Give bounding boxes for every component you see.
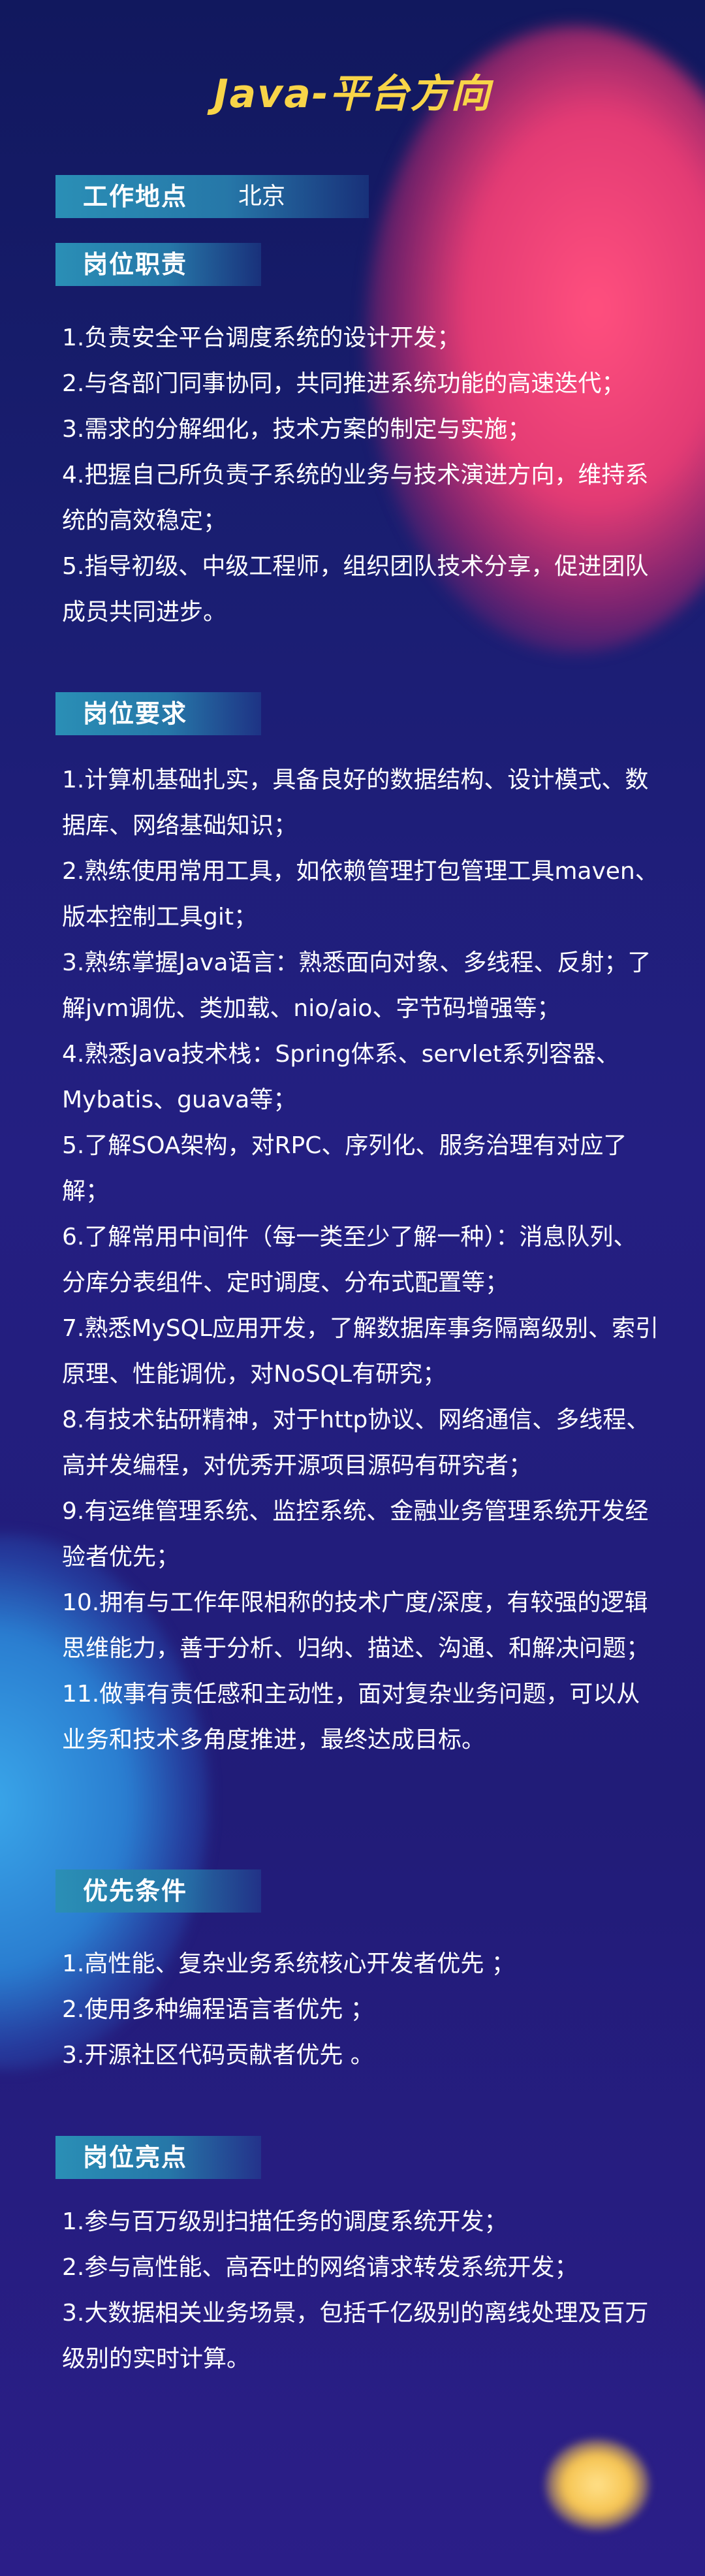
location-chip: 工作地点 北京 [55, 175, 369, 218]
list-item: 10.拥有与工作年限相称的技术广度/深度，有较强的逻辑思维能力，善于分析、归纳、… [62, 1589, 650, 1662]
list-item: 2.熟练使用常用工具，如依赖管理打包管理工具maven、版本控制工具git； [62, 858, 659, 930]
list-item: 6.了解常用中间件（每一类至少了解一种）：消息队列、分库分表组件、定时调度、分布… [62, 1224, 637, 1296]
list-item: 1.负责安全平台调度系统的设计开发； [62, 325, 461, 351]
list-item: 4.把握自己所负责子系统的业务与技术演进方向，维持系统的高效稳定； [62, 462, 649, 534]
section-heading-preferred: 优先条件 [55, 1869, 261, 1913]
section-heading-duties: 岗位职责 [55, 243, 261, 286]
section-heading-highlights: 岗位亮点 [55, 2136, 261, 2179]
section-heading-label: 岗位亮点 [83, 2143, 188, 2172]
list-item: 7.熟悉MySQL应用开发，了解数据库事务隔离级别、索引原理、性能调优，对NoS… [62, 1315, 659, 1388]
list-item: 3.大数据相关业务场景，包括千亿级别的离线处理及百万级别的实时计算。 [62, 2300, 649, 2372]
list-item: 2.与各部门同事协同，共同推进系统功能的高速迭代； [62, 370, 625, 397]
list-item: 1.参与百万级别扫描任务的调度系统开发； [62, 2208, 508, 2235]
preferred-list: 1.高性能、复杂业务系统核心开发者优先 ； 2.使用多种编程语言者优先 ； 3.… [62, 1941, 659, 2078]
list-item: 1.高性能、复杂业务系统核心开发者优先 ； [62, 1950, 515, 1977]
duties-list: 1.负责安全平台调度系统的设计开发； 2.与各部门同事协同，共同推进系统功能的高… [62, 315, 659, 635]
section-heading-label: 优先条件 [83, 1877, 188, 1905]
location-value: 北京 [238, 183, 286, 210]
list-item: 3.熟练掌握Java语言：熟悉面向对象、多线程、反射；了解jvm调优、类加载、n… [62, 949, 651, 1022]
list-item: 2.使用多种编程语言者优先 ； [62, 1996, 374, 2023]
list-item: 11.做事有责任感和主动性，面对复杂业务问题，可以从业务和技术多角度推进，最终达… [62, 1681, 640, 1753]
requirements-list: 1.计算机基础扎实，具备良好的数据结构、设计模式、数据库、网络基础知识； 2.熟… [62, 757, 659, 1763]
list-item: 3.需求的分解细化，技术方案的制定与实施； [62, 416, 531, 443]
page-title: Java-平台方向 [213, 71, 492, 117]
list-item: 2.参与高性能、高吞吐的网络请求转发系统开发； [62, 2254, 578, 2281]
list-item: 5.指导初级、中级工程师，组织团队技术分享，促进团队成员共同进步。 [62, 553, 649, 626]
list-item: 5.了解SOA架构，对RPC、序列化、服务治理有对应了解； [62, 1132, 627, 1205]
list-item: 4.熟悉Java技术栈：Spring体系、servlet系列容器、Mybatis… [62, 1041, 619, 1113]
section-heading-label: 岗位职责 [83, 250, 188, 279]
location-label: 工作地点 [83, 182, 188, 211]
highlights-list: 1.参与百万级别扫描任务的调度系统开发； 2.参与高性能、高吞吐的网络请求转发系… [62, 2199, 659, 2382]
section-heading-label: 岗位要求 [83, 699, 188, 728]
job-poster: Java-平台方向 工作地点 北京 岗位职责 1.负责安全平台调度系统的设计开发… [0, 0, 705, 2576]
list-item: 9.有运维管理系统、监控系统、金融业务管理系统开发经验者优先； [62, 1498, 649, 1570]
section-heading-requirements: 岗位要求 [55, 692, 261, 735]
list-item: 1.计算机基础扎实，具备良好的数据结构、设计模式、数据库、网络基础知识； [62, 767, 649, 839]
list-item: 3.开源社区代码贡献者优先 。 [62, 2042, 374, 2069]
list-item: 8.有技术钻研精神，对于http协议、网络通信、多线程、高并发编程，对优秀开源项… [62, 1407, 650, 1479]
